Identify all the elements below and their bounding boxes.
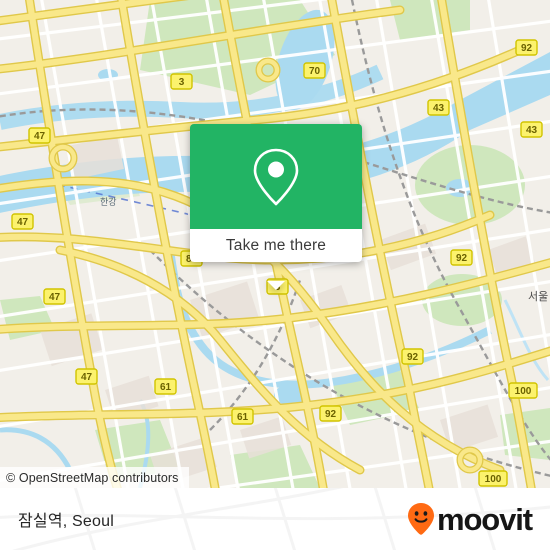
card-image-area — [190, 124, 362, 229]
card-button-area[interactable]: Take me there — [190, 229, 362, 262]
moovit-wordmark: moovit — [436, 501, 533, 537]
take-me-there-card[interactable]: Take me there — [190, 124, 362, 290]
take-me-there-label: Take me there — [225, 236, 327, 254]
edge-city-label: 서울 — [528, 290, 548, 303]
location-pin-icon — [253, 148, 299, 205]
card-pointer-tail — [267, 281, 285, 290]
bottom-info-bar: 잠실역, Seoul moovit — [0, 488, 550, 550]
moovit-brand[interactable]: moovit — [406, 501, 533, 537]
map-page: 한강 서울 9237043434747889234792476110061921… — [0, 0, 550, 550]
water-label: 한강 — [100, 197, 117, 208]
osm-attribution[interactable]: © OpenStreetMap contributors — [0, 467, 189, 488]
place-title: 잠실역, Seoul — [18, 513, 114, 530]
moovit-smiley-pin-icon — [407, 503, 434, 535]
